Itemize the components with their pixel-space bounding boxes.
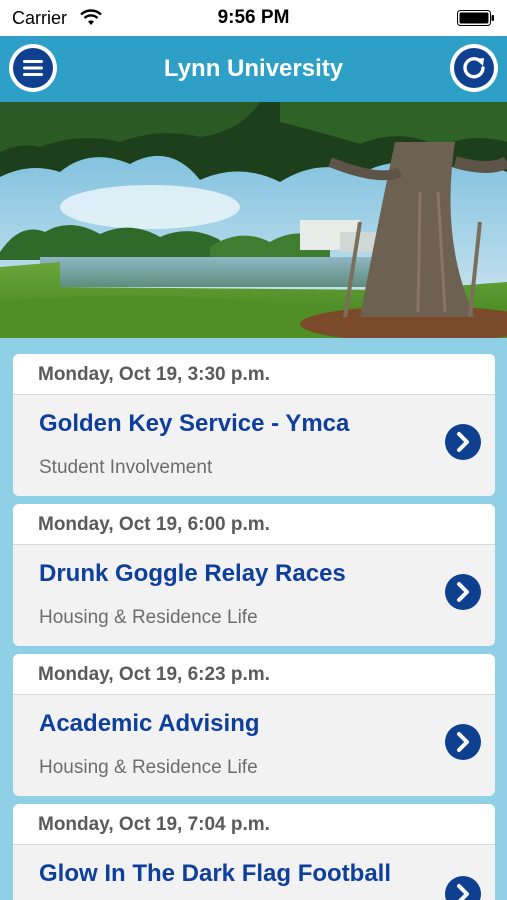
page-title: Lynn University [163,55,344,82]
nav-bar: Lynn University [0,36,507,102]
event-date: Monday, Oct 19, 6:00 p.m. [13,504,495,545]
event-card[interactable]: Monday, Oct 19, 6:00 p.m. Drunk Goggle R… [13,504,495,646]
event-title: Academic Advising [39,710,260,737]
event-card[interactable]: Monday, Oct 19, 6:23 p.m. Academic Advis… [13,654,495,796]
event-date: Monday, Oct 19, 3:30 p.m. [13,354,495,395]
event-category: Housing & Residence Life [39,607,258,628]
event-card[interactable]: Monday, Oct 19, 3:30 p.m. Golden Key Ser… [13,354,495,496]
event-title: Drunk Goggle Relay Races [39,560,346,587]
event-title: Glow In The Dark Flag Football [39,860,392,887]
campus-banner-image [0,102,507,338]
battery-icon [457,10,494,26]
event-date: Monday, Oct 19, 7:04 p.m. [13,804,495,845]
event-category: Student Involvement [39,457,213,478]
event-date: Monday, Oct 19, 6:23 p.m. [13,654,495,695]
chevron-right-icon[interactable] [445,876,481,900]
chevron-right-icon[interactable] [445,724,481,760]
event-card[interactable]: Monday, Oct 19, 7:04 p.m. Glow In The Da… [13,804,495,900]
chevron-right-icon[interactable] [445,574,481,610]
chevron-right-icon[interactable] [445,424,481,460]
status-bar: Carrier 9:56 PM [0,0,507,36]
event-title: Golden Key Service - Ymca [39,410,350,437]
refresh-button[interactable] [450,44,498,92]
event-category: Housing & Residence Life [39,757,258,778]
clock: 9:56 PM [217,7,290,28]
refresh-icon [454,48,494,88]
